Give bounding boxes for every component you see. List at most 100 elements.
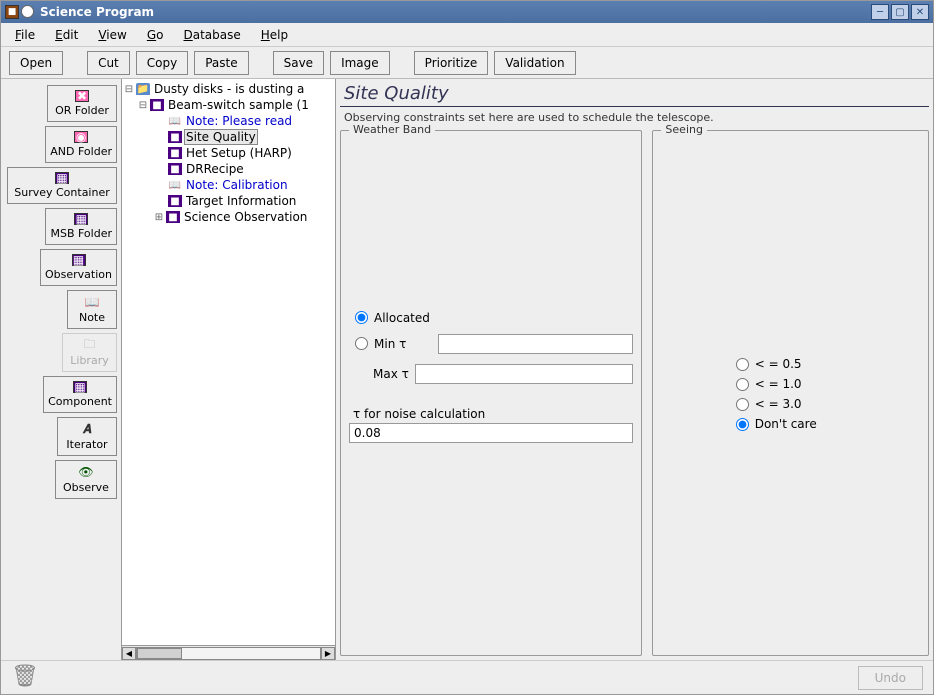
tree-item-het[interactable]: ■ Het Setup (HARP) — [122, 145, 335, 161]
sidebar-label: Note — [79, 311, 105, 324]
project-icon: 📁 — [136, 83, 150, 95]
menu-file[interactable]: File — [5, 26, 45, 44]
iterator-button[interactable]: 𝑨Iterator — [57, 417, 117, 456]
msb-folder-button[interactable]: ▦MSB Folder — [45, 208, 117, 245]
tree-toggle-icon[interactable]: ⊞ — [154, 212, 164, 223]
component-icon: ▦ — [73, 381, 87, 393]
seeing-radio-0[interactable] — [736, 358, 749, 371]
seeing-label: < = 1.0 — [755, 377, 802, 391]
weather-band-group: Weather Band Allocated Min τ Max τ — [340, 130, 642, 656]
scroll-right-icon[interactable]: ▶ — [321, 647, 335, 660]
note-icon: 📖 — [83, 295, 101, 309]
tree-toggle-icon[interactable]: ⊟ — [138, 100, 148, 111]
menu-help[interactable]: Help — [251, 26, 298, 44]
observation-button[interactable]: ▦Observation — [40, 249, 117, 286]
package-icon: ■ — [168, 131, 182, 143]
tree-item-note-read[interactable]: 📖 Note: Please read — [122, 113, 335, 129]
close-button[interactable]: ✕ — [911, 4, 929, 20]
sidebar: ✖OR Folder ◉AND Folder ▦Survey Container… — [1, 79, 121, 660]
min-tau-row: Min τ — [349, 331, 633, 357]
tree-item-site-quality[interactable]: ■ Site Quality — [122, 129, 335, 145]
prioritize-button[interactable]: Prioritize — [414, 51, 489, 75]
min-tau-input[interactable] — [438, 334, 633, 354]
panel-title-divider — [340, 106, 929, 107]
survey-container-icon: ▦ — [55, 172, 69, 184]
iterator-icon: 𝑨 — [78, 422, 96, 436]
seeing-legend: Seeing — [661, 123, 707, 136]
max-tau-input[interactable] — [415, 364, 634, 384]
tree-label: Dusty disks - is dusting a — [152, 82, 306, 96]
tree-label: Het Setup (HARP) — [184, 146, 294, 160]
trash-icon[interactable]: 🗑 — [11, 664, 39, 692]
package-icon: ■ — [168, 163, 182, 175]
survey-container-button[interactable]: ▦Survey Container — [7, 167, 117, 204]
tree-toggle-icon[interactable]: ⊟ — [124, 84, 134, 95]
image-button[interactable]: Image — [330, 51, 390, 75]
seeing-radio-1[interactable] — [736, 378, 749, 391]
tree-item-note-cal[interactable]: 📖 Note: Calibration — [122, 177, 335, 193]
seeing-label: Don't care — [755, 417, 817, 431]
cut-button[interactable]: Cut — [87, 51, 130, 75]
tree-label: Site Quality — [184, 129, 258, 145]
package-icon: ■ — [168, 147, 182, 159]
observe-button[interactable]: 👁Observe — [55, 460, 117, 499]
maximize-button[interactable]: ▢ — [891, 4, 909, 20]
seeing-radio-2[interactable] — [736, 398, 749, 411]
toolbar: Open Cut Copy Paste Save Image Prioritiz… — [1, 47, 933, 79]
scroll-left-icon[interactable]: ◀ — [122, 647, 136, 660]
library-button[interactable]: 🗀Library — [62, 333, 117, 372]
tree-label: Beam-switch sample (1 — [166, 98, 311, 112]
seeing-option-2: < = 3.0 — [736, 397, 846, 411]
copy-button[interactable]: Copy — [136, 51, 188, 75]
titlebar: ■ ◐ Science Program ─ ▢ ✕ — [1, 1, 933, 23]
seeing-label: < = 0.5 — [755, 357, 802, 371]
min-tau-radio[interactable] — [355, 337, 368, 350]
horizontal-scrollbar[interactable]: ◀ ▶ — [122, 645, 335, 660]
observation-icon: ▦ — [72, 254, 86, 266]
tree-label: Note: Calibration — [184, 178, 290, 192]
window-title: Science Program — [40, 5, 871, 19]
or-folder-button[interactable]: ✖OR Folder — [47, 85, 117, 122]
minimize-button[interactable]: ─ — [871, 4, 889, 20]
scroll-thumb[interactable] — [137, 648, 182, 659]
allocated-radio[interactable] — [355, 311, 368, 324]
tree-item-target[interactable]: ■ Target Information — [122, 193, 335, 209]
weather-band-legend: Weather Band — [349, 123, 435, 136]
validation-button[interactable]: Validation — [494, 51, 575, 75]
note-icon: 📖 — [168, 115, 182, 127]
menu-edit[interactable]: Edit — [45, 26, 88, 44]
sidebar-label: MSB Folder — [50, 227, 112, 240]
component-button[interactable]: ▦Component — [43, 376, 117, 413]
open-button[interactable]: Open — [9, 51, 63, 75]
menu-database[interactable]: Database — [173, 26, 250, 44]
allocated-label: Allocated — [374, 311, 432, 325]
scroll-track[interactable] — [136, 647, 321, 660]
tau-noise-input[interactable] — [349, 423, 633, 443]
tree-item-beam[interactable]: ⊟ ■ Beam-switch sample (1 — [122, 97, 335, 113]
undo-button[interactable]: Undo — [858, 666, 923, 690]
package-icon: ■ — [168, 195, 182, 207]
tree-pane: ⊟ 📁 Dusty disks - is dusting a ⊟ ■ Beam-… — [121, 79, 336, 660]
panel-title: Site Quality — [340, 81, 929, 104]
observe-icon: 👁 — [77, 465, 95, 479]
max-tau-label: Max τ — [349, 367, 409, 381]
note-button[interactable]: 📖 Note — [67, 290, 117, 329]
tree-item-science-obs[interactable]: ⊞ ■ Science Observation — [122, 209, 335, 225]
note-icon: 📖 — [168, 179, 182, 191]
save-button[interactable]: Save — [273, 51, 324, 75]
paste-button[interactable]: Paste — [194, 51, 248, 75]
tree-label: Science Observation — [182, 210, 309, 224]
tree-item-drrecipe[interactable]: ■ DRRecipe — [122, 161, 335, 177]
content-pane: Site Quality Observing constraints set h… — [336, 79, 933, 660]
tree-root[interactable]: ⊟ 📁 Dusty disks - is dusting a — [122, 81, 335, 97]
tree-label: Note: Please read — [184, 114, 294, 128]
and-folder-button[interactable]: ◉AND Folder — [45, 126, 117, 163]
seeing-radio-3[interactable] — [736, 418, 749, 431]
window-menu-icon[interactable]: ◐ — [21, 5, 34, 18]
library-icon: 🗀 — [81, 338, 99, 352]
menu-view[interactable]: View — [88, 26, 136, 44]
tree-label: DRRecipe — [184, 162, 246, 176]
menu-go[interactable]: Go — [137, 26, 174, 44]
and-folder-icon: ◉ — [74, 131, 88, 143]
seeing-option-1: < = 1.0 — [736, 377, 846, 391]
